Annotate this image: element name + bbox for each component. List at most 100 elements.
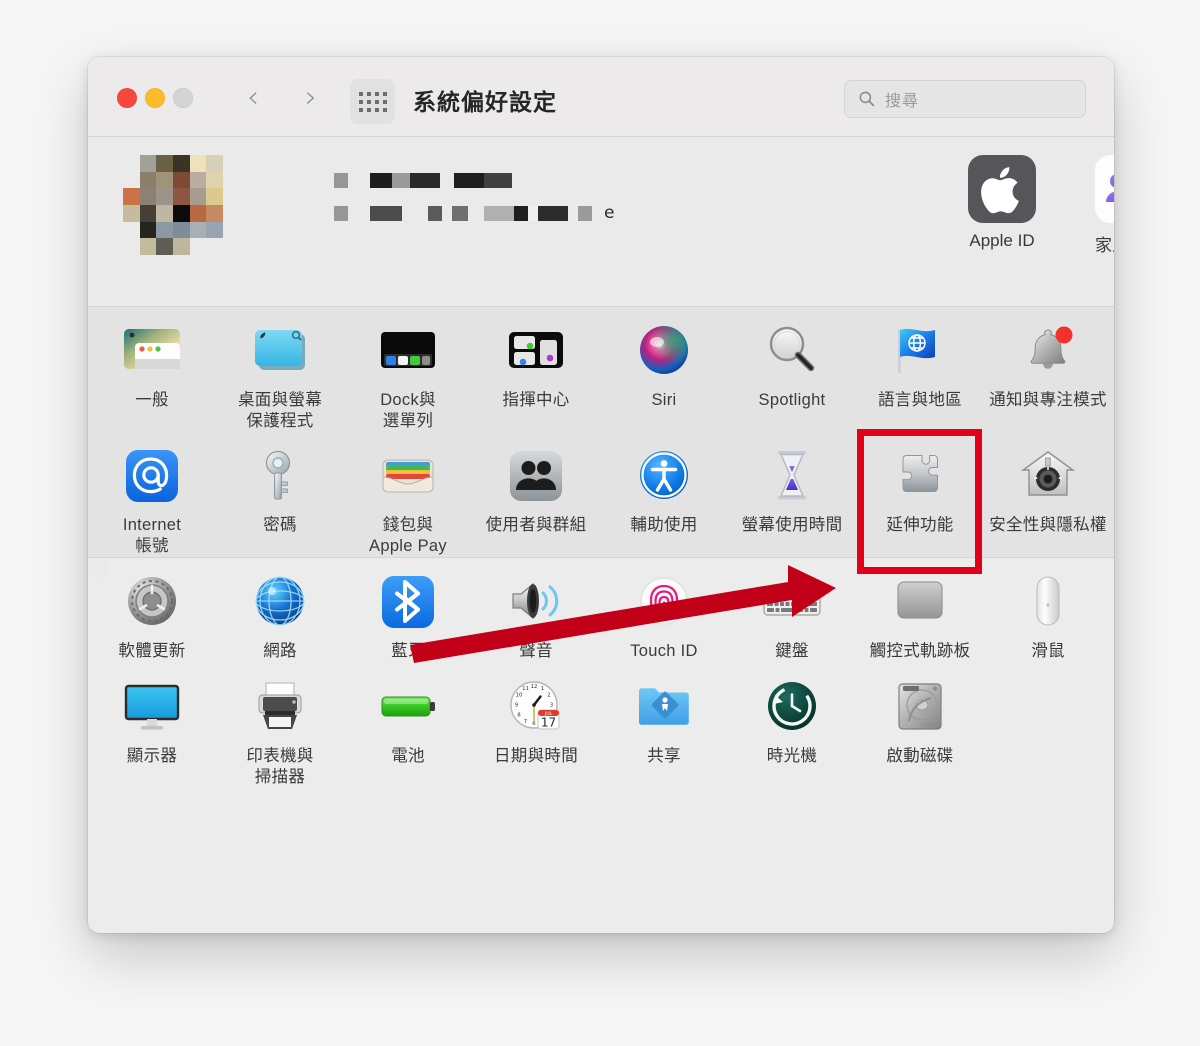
preference-row: 顯示器 印表機與 掃描器 電池 1212 345 678 91011 JUL 1… [88, 663, 953, 788]
avatar[interactable] [123, 155, 223, 255]
pref-item-sound-speaker[interactable]: 聲音 [472, 558, 600, 662]
network-globe-icon [249, 572, 311, 634]
time-machine-icon [761, 677, 823, 739]
forward-button[interactable]: › [296, 82, 326, 116]
screen-time-icon [761, 446, 823, 508]
accessibility-icon [633, 446, 695, 508]
pref-label: 螢幕使用時間 [741, 516, 843, 535]
pref-label: Dock與 選單列 [380, 391, 436, 431]
pref-label: 顯示器 [126, 746, 178, 765]
pref-item-wallet-applepay[interactable]: 錢包與 Apple Pay [344, 432, 472, 557]
pref-item-software-update[interactable]: 軟體更新 [88, 558, 216, 662]
pref-label: 桌面與螢幕 保護程式 [238, 391, 322, 431]
general-icon [121, 321, 183, 383]
pref-item-desktop-screensaver[interactable]: 桌面與螢幕 保護程式 [216, 307, 344, 432]
svg-text:8: 8 [517, 712, 521, 718]
pref-item-language-region[interactable]: 語言與地區 [856, 307, 984, 432]
pref-label: 一般 [135, 391, 169, 409]
pref-item-accessibility[interactable]: 輔助使用 [600, 432, 728, 557]
pref-label: 共享 [647, 746, 681, 765]
pref-item-printers-scanners[interactable]: 印表機與 掃描器 [216, 663, 344, 788]
apple-logo-icon [942, 151, 1062, 227]
pref-label: 聲音 [519, 642, 553, 661]
wallet-applepay-icon [377, 446, 439, 508]
pref-item-screen-time[interactable]: 螢幕使用時間 [728, 432, 856, 557]
pref-item-touch-id[interactable]: Touch ID [600, 558, 728, 662]
pref-label: 通知與專注模式 [989, 391, 1107, 409]
pref-label: 印表機與 掃描器 [246, 746, 314, 786]
pref-item-date-time[interactable]: 1212 345 678 91011 JUL 17日期與時間 [472, 663, 600, 788]
users-groups-icon [505, 446, 567, 508]
pref-label: 軟體更新 [118, 642, 186, 661]
pref-label: 日期與時間 [494, 746, 578, 765]
preferences-section-system: 一般 桌面與螢幕 保護程式 Dock與 選單列 指揮中心 Siri Spotli… [88, 307, 1114, 559]
pref-item-trackpad[interactable]: 觸控式軌跡板 [856, 558, 984, 662]
svg-text:10: 10 [516, 692, 523, 698]
pref-item-mission-control[interactable]: 指揮中心 [472, 307, 600, 432]
bluetooth-icon [377, 572, 439, 634]
svg-text:3: 3 [550, 702, 553, 708]
pref-item-general[interactable]: 一般 [88, 307, 216, 432]
pref-item-siri[interactable]: Siri [600, 307, 728, 432]
account-trailing-text: e [604, 203, 615, 223]
show-all-button[interactable] [350, 79, 395, 124]
pref-item-spotlight[interactable]: Spotlight [728, 307, 856, 432]
touch-id-icon [633, 572, 695, 634]
pref-item-dock-menubar[interactable]: Dock與 選單列 [344, 307, 472, 432]
pref-label: 輔助使用 [630, 516, 698, 535]
language-region-icon [889, 321, 951, 383]
pref-item-battery[interactable]: 電池 [344, 663, 472, 788]
pref-item-network-globe[interactable]: 網路 [216, 558, 344, 662]
pref-item-time-machine[interactable]: 時光機 [728, 663, 856, 788]
account-email-redacted: e [334, 203, 614, 223]
pref-label: 電池 [391, 746, 425, 765]
pref-item-mouse[interactable]: 滑鼠 [984, 558, 1112, 662]
traffic-lights [117, 88, 193, 108]
mission-control-icon [505, 321, 567, 383]
preferences-section-hardware: 軟體更新 網路 藍牙 聲音 Touch ID 鍵盤 觸控式軌跡板 滑鼠 顯示器 … [88, 558, 1065, 786]
search-icon [859, 91, 875, 107]
grid-icon [358, 91, 387, 112]
family-sharing-icon [1069, 151, 1114, 227]
screenshot-stage: ‹ › 系統偏好設定 搜尋 e Apple ID 家 一般 桌面與螢幕 保護程式… [0, 0, 1200, 1046]
pref-item-displays[interactable]: 顯示器 [88, 663, 216, 788]
pref-item-keyboard[interactable]: 鍵盤 [728, 558, 856, 662]
pref-item-users-groups[interactable]: 使用者與群組 [472, 432, 600, 557]
pref-item-notifications-focus[interactable]: 通知與專注模式 [984, 307, 1112, 432]
pref-item-startup-disk[interactable]: 啟動磁碟 [856, 663, 984, 788]
pref-label: 密碼 [263, 516, 297, 535]
preference-row: 一般 桌面與螢幕 保護程式 Dock與 選單列 指揮中心 Siri Spotli… [88, 307, 1114, 432]
back-button[interactable]: ‹ [238, 82, 268, 116]
pref-apple-id[interactable]: Apple ID [942, 151, 1062, 251]
pref-label: Touch ID [630, 642, 698, 661]
search-input[interactable]: 搜尋 [844, 80, 1086, 118]
passwords-key-icon [249, 446, 311, 508]
pref-item-passwords-key[interactable]: 密碼 [216, 432, 344, 557]
pref-label: 使用者與群組 [485, 516, 587, 535]
minimize-button[interactable] [145, 88, 165, 108]
pref-family-sharing[interactable]: 家人共享 [1069, 151, 1114, 256]
pref-item-sharing-folder[interactable]: 共享 [600, 663, 728, 788]
siri-icon [633, 321, 695, 383]
page-title: 系統偏好設定 [413, 89, 557, 115]
pref-label: 家人共享 [1095, 236, 1114, 255]
spotlight-icon [761, 321, 823, 383]
pref-item-extensions-puzzle[interactable]: 延伸功能 [856, 432, 984, 557]
keyboard-icon [761, 572, 823, 634]
svg-text:1: 1 [541, 686, 544, 692]
displays-icon [121, 677, 183, 739]
security-privacy-icon [1017, 446, 1079, 508]
svg-text:2: 2 [547, 692, 550, 698]
pref-item-security-privacy[interactable]: 安全性與隱私權 [984, 432, 1112, 557]
zoom-button[interactable] [173, 88, 193, 108]
pref-item-internet-accounts[interactable]: Internet 帳號 [88, 432, 216, 557]
pref-label: 指揮中心 [502, 391, 570, 409]
pref-label: 滑鼠 [1031, 642, 1065, 661]
pref-item-bluetooth[interactable]: 藍牙 [344, 558, 472, 662]
svg-text:7: 7 [524, 718, 527, 724]
sound-speaker-icon [505, 572, 567, 634]
close-button[interactable] [117, 88, 137, 108]
preference-row: Internet 帳號 密碼 錢包與 Apple Pay 使用者與群組 輔助使用… [88, 432, 1114, 557]
printers-scanners-icon [249, 677, 311, 739]
account-name-redacted [334, 173, 512, 188]
